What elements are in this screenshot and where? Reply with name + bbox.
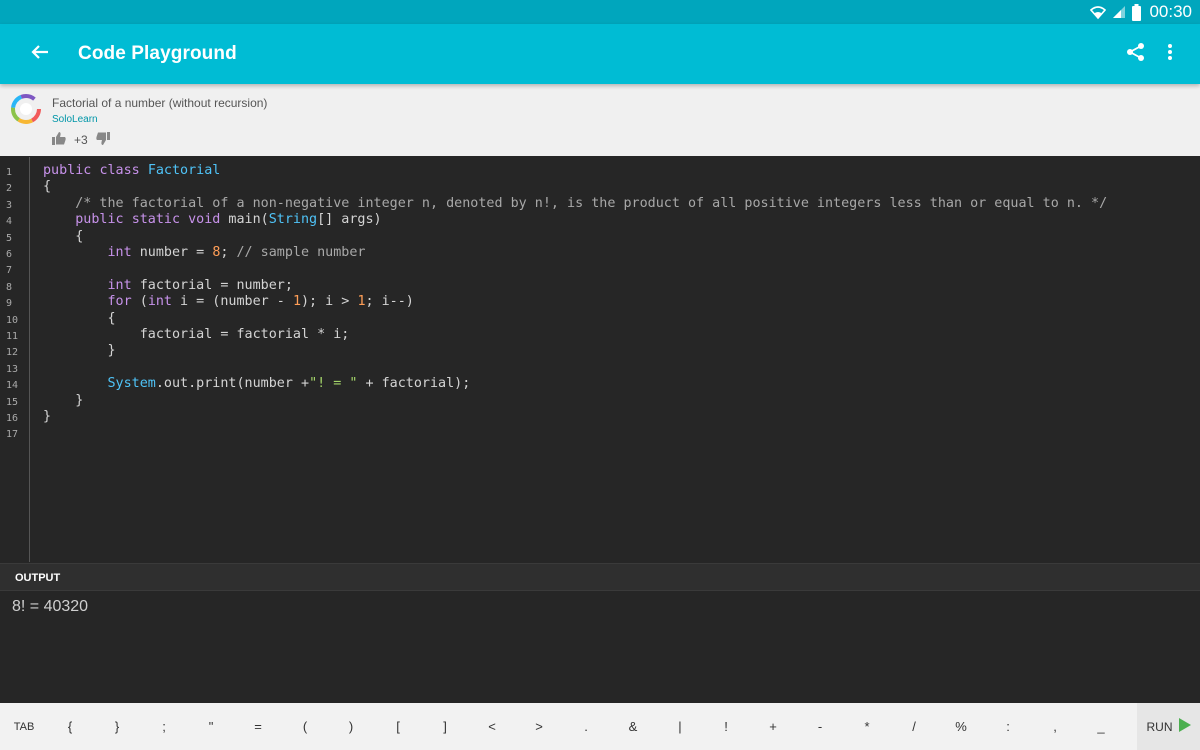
author-link[interactable]: SoloLearn [52,114,98,125]
symbol-key[interactable]: { [55,703,85,750]
symbol-key[interactable]: , [1040,703,1070,750]
share-icon [1126,42,1146,67]
line-number: 8 [6,281,13,293]
code-line[interactable]: int number = 8; // sample number [43,245,366,261]
line-number: 12 [6,347,19,359]
more-options-button[interactable] [1153,24,1187,84]
symbol-key[interactable]: % [946,703,976,750]
code-line[interactable]: /* the factorial of a non-negative integ… [43,196,1107,212]
code-line[interactable]: } [43,343,115,359]
symbol-key[interactable]: / [899,703,929,750]
line-number: 9 [6,298,13,310]
battery-icon [1132,3,1142,21]
thumb-up-icon[interactable] [52,132,66,148]
vote-bar: +3 [52,132,110,148]
symbol-key[interactable]: : [993,703,1023,750]
symbol-key[interactable]: * [852,703,882,750]
run-label: RUN [1146,719,1173,734]
code-line[interactable]: factorial = factorial * i; [43,327,350,343]
line-number: 11 [6,331,19,342]
code-line[interactable]: int factorial = number; [43,278,293,294]
output-panel: 8! = 40320 [0,591,1200,703]
code-line[interactable]: { [43,311,115,327]
symbol-key[interactable]: - [805,703,835,750]
tab-key[interactable]: TAB [4,703,44,750]
page-title: Code Playground [78,43,237,64]
vote-count: +3 [74,133,88,147]
app-bar: Code Playground [0,24,1200,84]
code-title: Factorial of a number (without recursion… [52,96,268,110]
symbol-key[interactable]: | [665,703,695,750]
code-info-panel: Factorial of a number (without recursion… [0,84,1200,156]
status-time: 00:30 [1149,2,1192,21]
symbol-key[interactable]: = [243,703,273,750]
line-number: 1 [6,167,13,178]
more-vert-icon [1167,43,1173,66]
share-button[interactable] [1119,24,1153,84]
output-label: OUTPUT [15,572,61,584]
symbol-key[interactable]: ; [149,703,179,750]
symbol-key[interactable]: ) [336,703,366,750]
symbol-key[interactable]: < [477,703,507,750]
code-line[interactable]: } [43,409,51,425]
back-arrow-icon [31,43,49,66]
line-number: 2 [6,183,13,195]
line-number: 10 [6,314,19,326]
status-bar: 00:30 [0,0,1200,24]
symbol-key[interactable]: [ [383,703,413,750]
wifi-icon [1090,4,1107,20]
symbol-key[interactable]: & [618,703,648,750]
code-line[interactable]: public static void main(String[] args) [43,212,381,228]
symbol-key[interactable]: ( [290,703,320,750]
line-number: 14 [6,380,19,392]
code-editor[interactable]: 1 2 3 4 5 6 7 8 9 10 11 12 13 14 15 16 17 public class F… [0,157,1200,562]
sololearn-logo[interactable] [11,94,41,124]
symbol-key[interactable]: > [524,703,554,750]
code-line[interactable]: public class Factorial [43,163,220,179]
line-number: 6 [6,249,13,260]
code-line[interactable]: System.out.print(number +"! = " + factor… [43,376,471,392]
symbol-key[interactable]: . [571,703,601,750]
code-line[interactable]: { [43,229,83,245]
line-number: 4 [6,216,13,228]
symbol-key[interactable]: + [758,703,788,750]
play-icon [1178,718,1191,735]
line-number: 15 [6,396,19,408]
back-button[interactable] [0,24,80,84]
symbol-key[interactable]: } [102,703,132,750]
line-number: 7 [6,265,13,277]
output-text: 8! = 40320 [12,598,89,615]
code-line[interactable]: for (int i = (number - 1); i > 1; i--) [43,294,414,310]
symbol-key[interactable]: _ [1086,703,1116,750]
code-line[interactable]: { [43,179,51,195]
code-line[interactable]: } [43,393,83,409]
symbol-key[interactable]: ] [430,703,460,750]
output-header: OUTPUT [0,563,1200,591]
run-button[interactable]: RUN [1137,703,1200,750]
symbol-key[interactable]: " [196,703,226,750]
line-number: 13 [6,363,19,375]
line-number: 3 [6,199,13,211]
line-number: 16 [6,413,19,424]
line-number-gutter: 1 2 3 4 5 6 7 8 9 10 11 12 13 14 15 16 17 [0,157,30,562]
thumb-down-icon[interactable] [96,132,110,148]
symbol-key[interactable]: ! [711,703,741,750]
signal-icon [1112,5,1126,19]
symbol-keybar: RUN TAB {}; " = () [] < >. & |! + - * /%:, _ [0,703,1200,750]
line-number: 17 [6,429,19,441]
line-number: 5 [6,232,13,244]
